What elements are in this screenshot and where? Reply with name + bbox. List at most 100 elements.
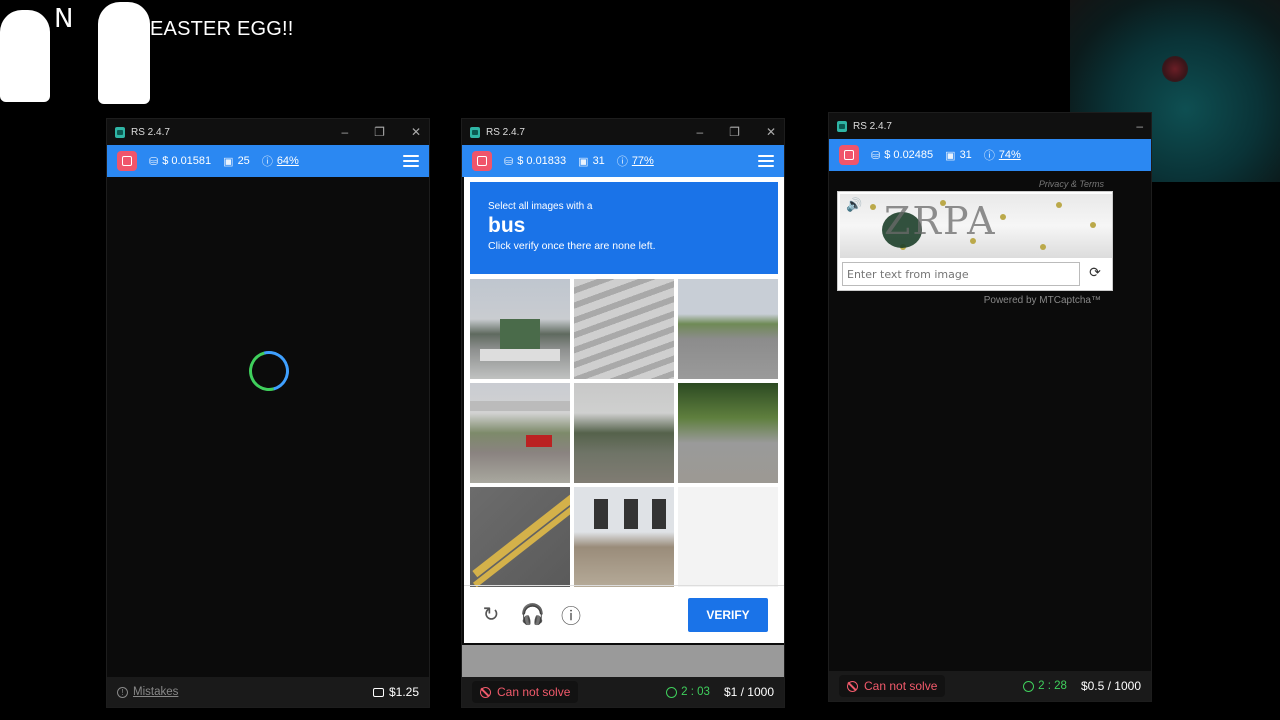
verify-button[interactable]: VERIFY bbox=[688, 597, 768, 632]
balance-value: $ 0.01833 bbox=[517, 155, 567, 167]
title-bar: RS 2.4.7 – bbox=[829, 113, 1151, 139]
menu-icon[interactable] bbox=[403, 155, 419, 167]
mtcaptcha-widget: ZRPA 🔊 ⟳ bbox=[837, 191, 1113, 291]
balance-value: $ 0.01581 bbox=[162, 155, 212, 167]
stats-toolbar: ⛁ $ 0.02485 ▣ 31 ⓘ 74% bbox=[829, 139, 1151, 171]
solver-window-2: RS 2.4.7 – ❐ ✕ ⛁ $ 0.01833 ▣ 31 ⓘ 77% Selec… bbox=[461, 118, 785, 708]
title-bar: RS 2.4.7 – ❐ ✕ bbox=[462, 119, 784, 145]
menu-icon[interactable] bbox=[758, 155, 774, 167]
webcam-eye bbox=[1162, 56, 1188, 82]
timer-value: 2 : 03 bbox=[681, 686, 710, 698]
image-tile-7[interactable] bbox=[470, 487, 570, 587]
powered-by-label: Powered by MTCaptcha™ bbox=[983, 295, 1101, 306]
accuracy-value[interactable]: 74% bbox=[999, 149, 1021, 161]
wojak-face-right bbox=[98, 2, 150, 104]
captcha-text: ZRPA bbox=[884, 199, 997, 243]
wallet-balance: $1.25 bbox=[388, 685, 419, 699]
window-title: RS 2.4.7 bbox=[853, 120, 892, 132]
hcaptcha-challenge: Select all images with a bus Click verif… bbox=[464, 177, 784, 643]
rate-value: $1 / 1000 bbox=[723, 685, 774, 699]
image-icon: ▣ bbox=[578, 155, 589, 168]
coins-icon: ⛁ bbox=[871, 149, 881, 162]
loading-spinner bbox=[241, 343, 297, 399]
window-title: RS 2.4.7 bbox=[486, 126, 525, 138]
clock-icon bbox=[1023, 680, 1035, 692]
stop-button[interactable] bbox=[472, 151, 492, 171]
image-tile-8[interactable] bbox=[574, 487, 674, 587]
solved-count: 31 bbox=[592, 155, 605, 167]
stop-button[interactable] bbox=[839, 145, 859, 165]
app-icon bbox=[837, 120, 847, 132]
app-icon bbox=[115, 126, 125, 138]
content-backdrop bbox=[462, 645, 784, 681]
accuracy-icon: ⓘ bbox=[616, 156, 628, 168]
accuracy-value[interactable]: 77% bbox=[632, 155, 654, 167]
refresh-icon[interactable]: ↻ bbox=[480, 602, 502, 627]
app-icon bbox=[470, 126, 480, 138]
cannot-solve-label: Can not solve bbox=[497, 685, 571, 699]
accuracy-icon: ⓘ bbox=[983, 150, 995, 162]
image-tile-5[interactable] bbox=[574, 383, 674, 483]
restore-icon[interactable]: ❐ bbox=[374, 125, 385, 139]
image-tile-6[interactable] bbox=[678, 383, 778, 483]
challenge-prompt: Select all images with a bus Click verif… bbox=[470, 182, 778, 274]
image-icon: ▣ bbox=[223, 155, 234, 168]
cannot-solve-button[interactable]: Can not solve bbox=[839, 675, 946, 697]
window-title: RS 2.4.7 bbox=[131, 126, 170, 138]
prompt-line: Select all images with a bbox=[488, 201, 593, 212]
stats-toolbar: ⛁ $ 0.01581 ▣ 25 ⓘ 64% bbox=[107, 145, 429, 177]
image-tile-9[interactable] bbox=[678, 487, 778, 587]
close-icon[interactable]: ✕ bbox=[766, 125, 776, 139]
window-footer: ! Mistakes $1.25 bbox=[107, 677, 429, 707]
image-tile-2[interactable] bbox=[574, 279, 674, 379]
headphones-icon[interactable]: 🎧 bbox=[520, 602, 545, 627]
solver-window-1: RS 2.4.7 – ❐ ✕ ⛁ $ 0.01581 ▣ 25 ⓘ 64% ! Mis… bbox=[106, 118, 430, 708]
captcha-text-input[interactable] bbox=[842, 262, 1080, 286]
close-icon[interactable]: ✕ bbox=[411, 125, 421, 139]
image-icon: ▣ bbox=[945, 149, 956, 162]
minimize-icon[interactable]: – bbox=[1136, 119, 1143, 133]
image-grid bbox=[470, 279, 780, 587]
meme-letter: N bbox=[54, 4, 74, 34]
clock-icon bbox=[666, 686, 678, 698]
solver-window-3: RS 2.4.7 – ⛁ $ 0.02485 ▣ 31 ⓘ 74% Privacy &… bbox=[828, 112, 1152, 702]
prompt-instruction: Click verify once there are none left. bbox=[488, 240, 656, 252]
prompt-target: bus bbox=[488, 214, 526, 237]
image-tile-1[interactable] bbox=[470, 279, 570, 379]
privacy-terms-link[interactable]: Privacy & Terms bbox=[1039, 179, 1104, 189]
image-tile-4[interactable] bbox=[470, 383, 570, 483]
coins-icon: ⛁ bbox=[504, 155, 514, 168]
challenge-footer: ↻ 🎧 ⓘ VERIFY bbox=[464, 585, 784, 643]
easter-egg-caption: EASTER EGG!! bbox=[150, 18, 294, 40]
balance-value: $ 0.02485 bbox=[884, 149, 934, 161]
accuracy-icon: ⓘ bbox=[261, 156, 273, 168]
coins-icon: ⛁ bbox=[149, 155, 159, 168]
prohibited-icon bbox=[480, 686, 491, 698]
info-icon[interactable]: ⓘ bbox=[560, 600, 582, 629]
title-bar: RS 2.4.7 – ❐ ✕ bbox=[107, 119, 429, 145]
timer-value: 2 : 28 bbox=[1038, 680, 1067, 692]
info-icon: ! bbox=[117, 686, 128, 698]
restore-icon[interactable]: ❐ bbox=[729, 125, 740, 139]
solved-count: 25 bbox=[237, 155, 250, 167]
window-footer: Can not solve 2 : 03 $1 / 1000 bbox=[462, 677, 784, 707]
cannot-solve-button[interactable]: Can not solve bbox=[472, 681, 579, 703]
captcha-image: ZRPA 🔊 bbox=[840, 194, 1112, 258]
minimize-icon[interactable]: – bbox=[341, 125, 348, 139]
accuracy-value[interactable]: 64% bbox=[277, 155, 299, 167]
solved-count: 31 bbox=[959, 149, 972, 161]
wojak-face-left bbox=[0, 10, 50, 102]
stats-toolbar: ⛁ $ 0.01833 ▣ 31 ⓘ 77% bbox=[462, 145, 784, 177]
stop-button[interactable] bbox=[117, 151, 137, 171]
rate-value: $0.5 / 1000 bbox=[1080, 679, 1141, 693]
meme-overlay: N bbox=[0, 0, 150, 104]
prohibited-icon bbox=[847, 680, 858, 692]
minimize-icon[interactable]: – bbox=[696, 125, 703, 139]
audio-icon[interactable]: 🔊 bbox=[846, 197, 862, 213]
wallet-icon bbox=[372, 687, 384, 697]
image-tile-3[interactable] bbox=[678, 279, 778, 379]
refresh-icon[interactable]: ⟳ bbox=[1084, 264, 1106, 284]
mistakes-link[interactable]: Mistakes bbox=[133, 686, 178, 698]
cannot-solve-label: Can not solve bbox=[864, 679, 938, 693]
window-footer: Can not solve 2 : 28 $0.5 / 1000 bbox=[829, 671, 1151, 701]
